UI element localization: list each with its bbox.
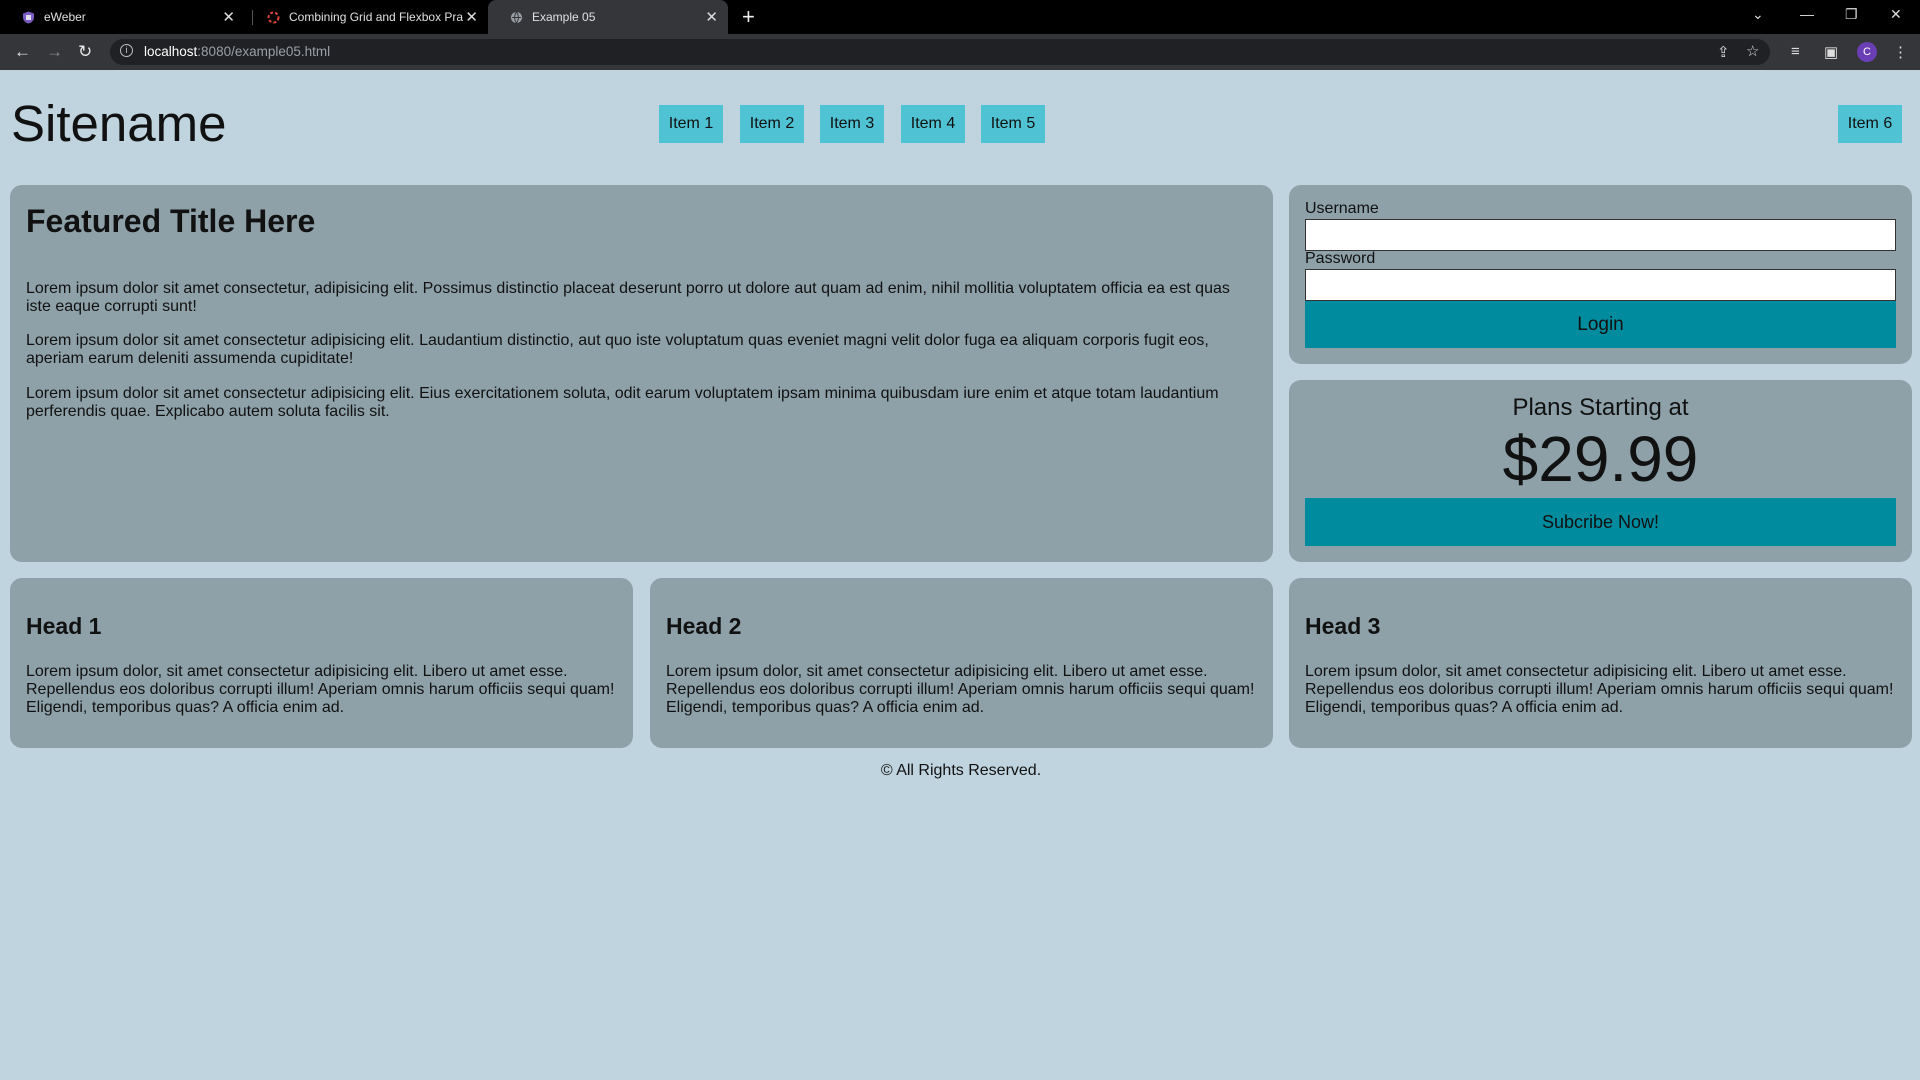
card-body: Lorem ipsum dolor, sit amet consectetur …: [1305, 663, 1894, 716]
nav-item-2[interactable]: Item 2: [740, 105, 804, 143]
card-heading: Head 3: [1305, 613, 1381, 639]
tab-eweber[interactable]: eWeber ✕: [0, 0, 245, 34]
window-close-icon[interactable]: ✕: [1890, 6, 1902, 23]
plans-price: $29.99: [1502, 423, 1699, 495]
nav-item-1[interactable]: Item 1: [659, 105, 723, 143]
address-bar[interactable]: i localhost:8080/example05.html ⇪ ☆: [110, 39, 1770, 65]
tab-title: eWeber: [44, 10, 86, 24]
card-heading: Head 2: [666, 613, 742, 639]
browser-toolbar: ← → ↻ i localhost:8080/example05.html ⇪ …: [0, 34, 1920, 70]
login-button[interactable]: Login: [1305, 301, 1896, 348]
share-icon[interactable]: ⇪: [1717, 43, 1730, 61]
tab-title: Example 05: [532, 10, 596, 24]
site-info-icon[interactable]: i: [120, 44, 133, 57]
featured-title: Featured Title Here: [26, 203, 316, 239]
profile-avatar[interactable]: C: [1857, 42, 1877, 62]
featured-section: Featured Title Here Lorem ipsum dolor si…: [10, 185, 1273, 562]
username-label: Username: [1305, 200, 1379, 217]
featured-paragraph-2: Lorem ipsum dolor sit amet consectetur a…: [26, 332, 1209, 367]
kebab-menu-icon[interactable]: ⋮: [1893, 43, 1908, 61]
plans-title: Plans Starting at: [1512, 394, 1689, 421]
bookmark-star-icon[interactable]: ☆: [1746, 42, 1759, 60]
tab-search-chevron-icon[interactable]: ⌄: [1752, 6, 1764, 23]
site-logo-title[interactable]: Sitename: [11, 94, 226, 153]
featured-paragraph-3: Lorem ipsum dolor sit amet consectetur a…: [26, 385, 1219, 420]
featured-paragraph-1: Lorem ipsum dolor sit amet consectetur, …: [26, 280, 1230, 315]
info-card-2: Head 2 Lorem ipsum dolor, sit amet conse…: [650, 578, 1273, 748]
side-panel-icon[interactable]: ▣: [1824, 43, 1838, 61]
minimize-icon[interactable]: —: [1800, 6, 1814, 22]
subscribe-button[interactable]: Subcribe Now!: [1305, 498, 1896, 546]
close-icon[interactable]: ✕: [465, 8, 478, 26]
card-body: Lorem ipsum dolor, sit amet consectetur …: [26, 663, 615, 716]
info-card-3: Head 3 Lorem ipsum dolor, sit amet conse…: [1289, 578, 1912, 748]
login-panel: Username Password Login: [1289, 185, 1912, 364]
page-content: Sitename Item 1 Item 2 Item 3 Item 4 Ite…: [2, 70, 1920, 1080]
nav-item-3[interactable]: Item 3: [820, 105, 884, 143]
reading-list-icon[interactable]: ≡: [1791, 43, 1800, 60]
username-input[interactable]: [1305, 219, 1896, 251]
card-body: Lorem ipsum dolor, sit amet consectetur …: [666, 663, 1255, 716]
plans-panel: Plans Starting at $29.99 Subcribe Now!: [1289, 380, 1912, 562]
nav-item-6[interactable]: Item 6: [1838, 105, 1902, 143]
back-arrow-icon[interactable]: ←: [14, 42, 31, 62]
close-icon[interactable]: ✕: [705, 8, 718, 26]
browser-tab-strip: eWeber ✕ Combining Grid and Flexbox Pra …: [0, 0, 1920, 34]
tab-combining-grid[interactable]: Combining Grid and Flexbox Pra ✕: [245, 0, 488, 34]
url-text: localhost:8080/example05.html: [144, 44, 331, 59]
nav-item-4[interactable]: Item 4: [901, 105, 965, 143]
globe-favicon-icon: [511, 11, 522, 24]
tab-title: Combining Grid and Flexbox Pra: [289, 10, 464, 24]
forward-arrow-icon[interactable]: →: [46, 42, 63, 62]
restore-icon[interactable]: ❐: [1845, 6, 1858, 23]
shield-favicon-icon: [23, 11, 34, 24]
card-heading: Head 1: [26, 613, 102, 639]
reload-icon[interactable]: ↻: [78, 42, 92, 62]
password-input[interactable]: [1305, 269, 1896, 301]
tab-example05[interactable]: Example 05 ✕: [488, 0, 728, 34]
nav-item-5[interactable]: Item 5: [981, 105, 1045, 143]
new-tab-plus-icon[interactable]: +: [742, 4, 755, 30]
footer-copyright: © All Rights Reserved.: [880, 762, 1042, 779]
spinner-favicon-icon: [267, 11, 280, 24]
close-icon[interactable]: ✕: [222, 8, 235, 26]
password-label: Password: [1305, 250, 1376, 267]
info-card-1: Head 1 Lorem ipsum dolor, sit amet conse…: [10, 578, 633, 748]
